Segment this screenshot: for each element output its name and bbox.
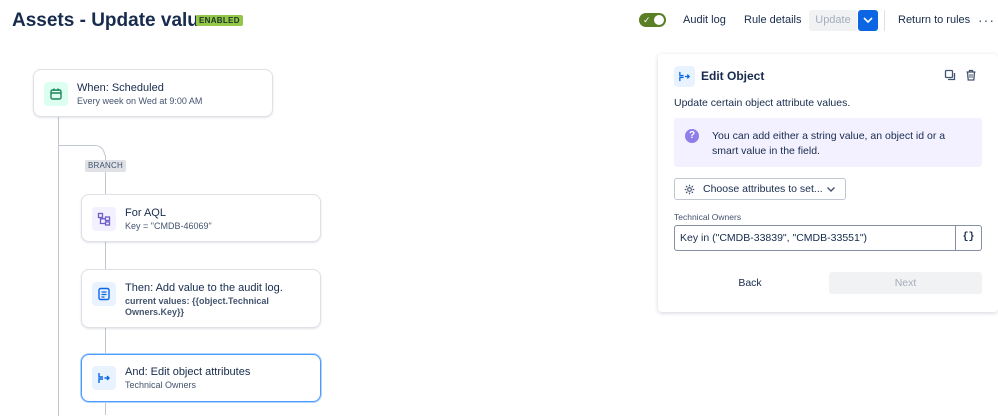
question-icon: ? (685, 129, 699, 143)
for-aql-node[interactable]: For AQL Key = "CMDB-46069" (81, 194, 321, 242)
edit-object-icon (679, 71, 691, 82)
panel-title: Edit Object (701, 69, 765, 83)
chevron-down-icon (827, 187, 835, 192)
branch-icon (97, 212, 111, 226)
chevron-down-icon (863, 17, 873, 24)
smart-value-button[interactable]: {} (956, 225, 982, 251)
for-aql-subtitle: Key = "CMDB-46069" (125, 221, 212, 231)
gear-icon (684, 184, 695, 195)
technical-owners-label: Technical Owners (674, 212, 742, 222)
edit-icon-box (92, 366, 116, 390)
header-bar: Assets - Update values ENABLED ✓ Audit l… (0, 0, 998, 42)
for-aql-title: For AQL (125, 207, 166, 219)
trash-icon[interactable] (965, 69, 977, 81)
more-options-icon[interactable]: ··· (978, 10, 995, 31)
update-button[interactable]: Update (809, 10, 857, 31)
copy-icon[interactable] (944, 69, 956, 81)
audit-log-button[interactable]: Audit log (677, 10, 732, 31)
page-title: Assets - Update values (12, 10, 221, 31)
trigger-node[interactable]: When: Scheduled Every week on Wed at 9:0… (33, 69, 273, 117)
connector-line (94, 145, 105, 155)
technical-owners-input[interactable]: Key in ("CMDB-33839", "CMDB-33551") (674, 225, 956, 251)
trigger-title: When: Scheduled (77, 82, 164, 94)
connector-line (58, 145, 94, 146)
info-message: ? You can add either a string value, an … (674, 118, 982, 167)
return-to-rules-button[interactable]: Return to rules (892, 10, 976, 31)
trigger-subtitle: Every week on Wed at 9:00 AM (77, 96, 203, 106)
document-icon (98, 287, 110, 301)
branch-label: BRANCH (85, 160, 126, 172)
edit-object-action-node[interactable]: And: Edit object attributes Technical Ow… (81, 354, 321, 402)
trigger-icon-box (44, 82, 68, 106)
connector-line (58, 116, 59, 416)
status-badge: ENABLED (196, 15, 243, 26)
audit-action-title: Then: Add value to the audit log. (125, 282, 283, 294)
back-button[interactable]: Back (674, 272, 826, 294)
info-text: You can add either a string value, an ob… (712, 130, 946, 157)
audit-action-subtitle: current values: {{object.Technical Owner… (125, 296, 269, 317)
audit-icon-box (92, 282, 116, 306)
rule-details-button[interactable]: Rule details (738, 10, 807, 31)
next-button[interactable]: Next (829, 272, 982, 294)
check-icon: ✓ (643, 15, 651, 25)
edit-action-title: And: Edit object attributes (125, 366, 251, 378)
panel-description: Update certain object attribute values. (674, 97, 851, 109)
choose-attributes-label: Choose attributes to set... (703, 183, 823, 195)
rule-enabled-toggle[interactable]: ✓ (639, 13, 666, 27)
branch-icon-box (92, 207, 116, 231)
update-dropdown-button[interactable] (858, 10, 878, 31)
edit-action-subtitle: Technical Owners (125, 380, 197, 390)
audit-log-action-node[interactable]: Then: Add value to the audit log. curren… (81, 269, 321, 328)
edit-object-icon (98, 373, 110, 383)
calendar-icon (50, 88, 62, 100)
choose-attributes-button[interactable]: Choose attributes to set... (674, 178, 846, 200)
toggle-knob (654, 15, 664, 25)
panel-icon-box (674, 66, 695, 87)
edit-object-panel: Edit Object Update certain object attrib… (658, 54, 998, 312)
header-divider (884, 10, 885, 31)
